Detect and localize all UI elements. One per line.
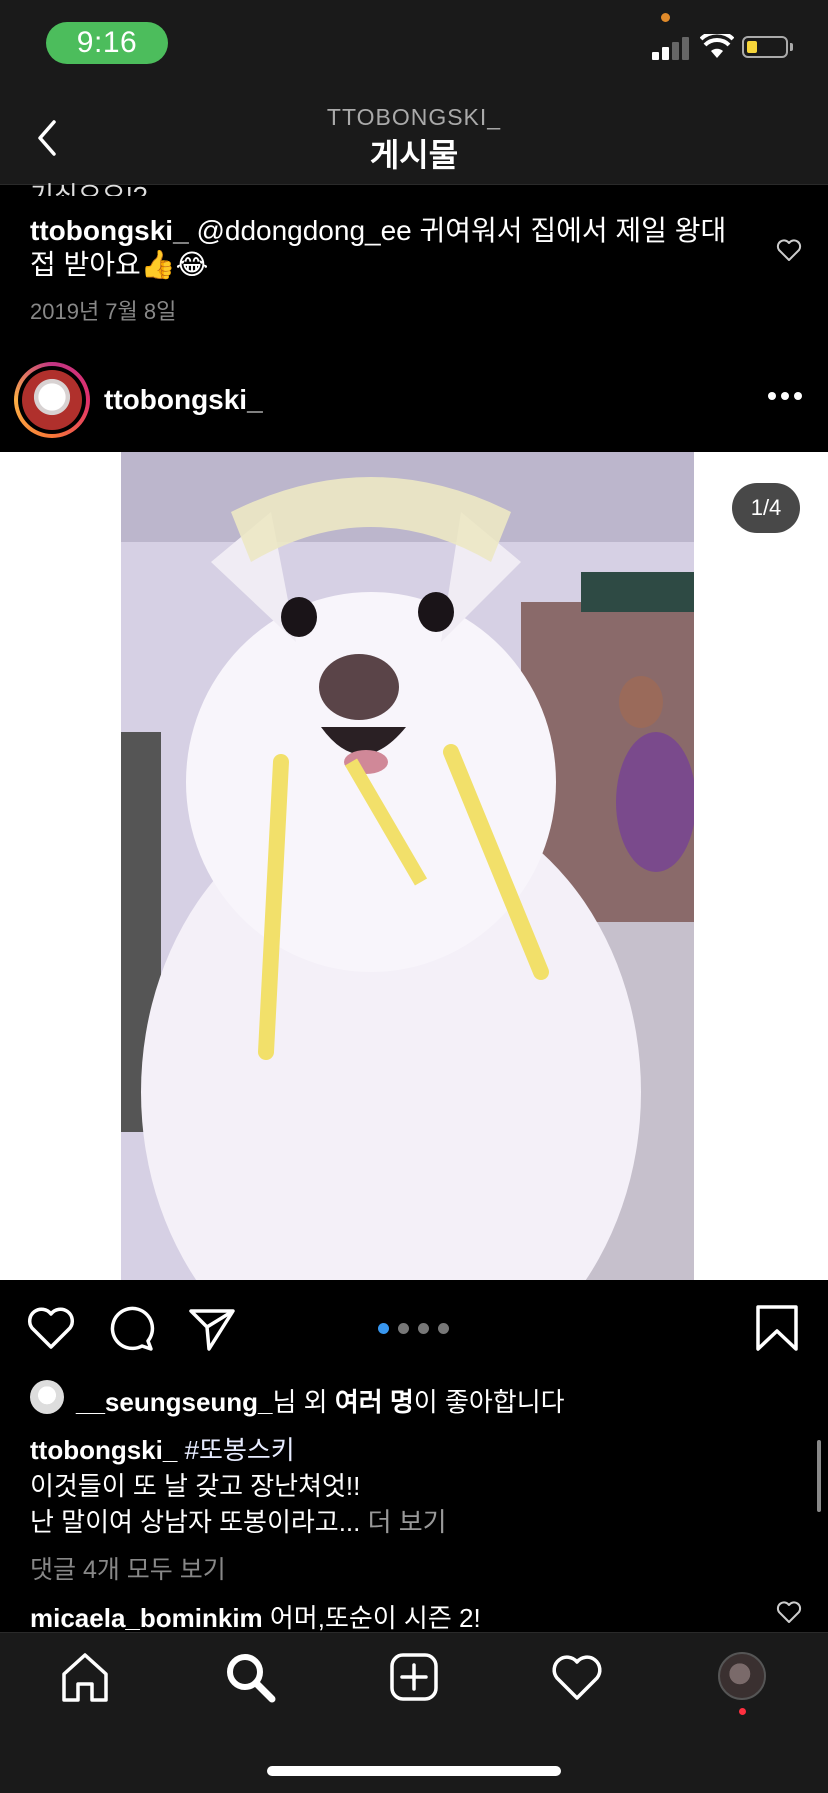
comment-like-heart-icon[interactable] [776, 1600, 802, 1624]
previous-comment: ttobongski_ @ddongdong_ee 귀여워서 집에서 제일 왕대… [30, 214, 750, 282]
more-icon[interactable] [768, 392, 802, 402]
share-icon[interactable] [187, 1303, 237, 1353]
home-indicator[interactable] [267, 1766, 561, 1776]
comment-mention[interactable]: @ddongdong_ee [196, 215, 411, 246]
comment-like-heart-icon[interactable] [776, 238, 802, 262]
notification-dot [739, 1708, 746, 1715]
activity-heart-icon[interactable] [550, 1650, 604, 1704]
home-icon[interactable] [58, 1650, 112, 1704]
caption-hashtag[interactable]: #또봉스키 [177, 1435, 295, 1465]
likes-text-1: 님 외 [272, 1387, 335, 1417]
page-title: 게시물 [369, 137, 459, 173]
liker-username[interactable]: __seungseung_ [76, 1387, 273, 1417]
likes-summary[interactable]: __seungseung_님 외 여러 명이 좋아합니다 [76, 1382, 565, 1419]
caption-username[interactable]: ttobongski_ [30, 1435, 177, 1465]
search-icon[interactable] [223, 1650, 277, 1704]
battery-tip [790, 43, 793, 51]
profile-tab-avatar[interactable] [718, 1652, 766, 1700]
scrollbar[interactable] [817, 1440, 821, 1512]
status-time: 9:16 [46, 22, 168, 64]
bookmark-icon[interactable] [752, 1303, 802, 1353]
post-caption: ttobongski_ #또봉스키 이것들이 또 날 갖고 장난쳐엇!! 난 말… [30, 1432, 790, 1540]
heart-icon[interactable] [26, 1303, 76, 1353]
image-counter: 1/4 [732, 483, 800, 533]
likes-others[interactable]: 여러 명 [335, 1387, 414, 1417]
avatar[interactable] [14, 362, 90, 438]
view-all-comments[interactable]: 댓글 4개 모두 보기 [30, 1550, 226, 1586]
comment-username[interactable]: ttobongski_ [30, 215, 189, 246]
comment-icon[interactable] [107, 1303, 157, 1353]
comment-text: 어머,또순이 시즌 2! [262, 1603, 481, 1633]
post-username[interactable]: ttobongski_ [104, 384, 263, 416]
post-date: 2019년 7월 8일 [30, 299, 177, 324]
caption-line-3: 난 말이여 상남자 또봉이라고... [30, 1507, 361, 1537]
caption-line-2: 이것들이 또 날 갖고 장난쳐엇!! [30, 1471, 361, 1501]
add-icon[interactable] [387, 1650, 441, 1704]
battery-icon [742, 36, 788, 58]
post-image[interactable] [121, 452, 694, 1280]
liker-avatar[interactable] [30, 1380, 64, 1414]
header-username: TTOBONGSKI_ [326, 104, 502, 130]
carousel-indicator [378, 1323, 452, 1335]
comment-preview: micaela_bominkim 어머,또순이 시즌 2! [30, 1598, 481, 1635]
privacy-indicator [661, 13, 670, 22]
likes-text-2: 이 좋아합니다 [413, 1387, 565, 1417]
signal-icon [652, 36, 690, 60]
caption-more-link[interactable]: 더 보기 [360, 1507, 447, 1537]
wifi-icon [700, 34, 734, 58]
comment-username[interactable]: micaela_bominkim [30, 1603, 263, 1633]
cut-off-text: 기쇠요요!? [30, 181, 148, 196]
